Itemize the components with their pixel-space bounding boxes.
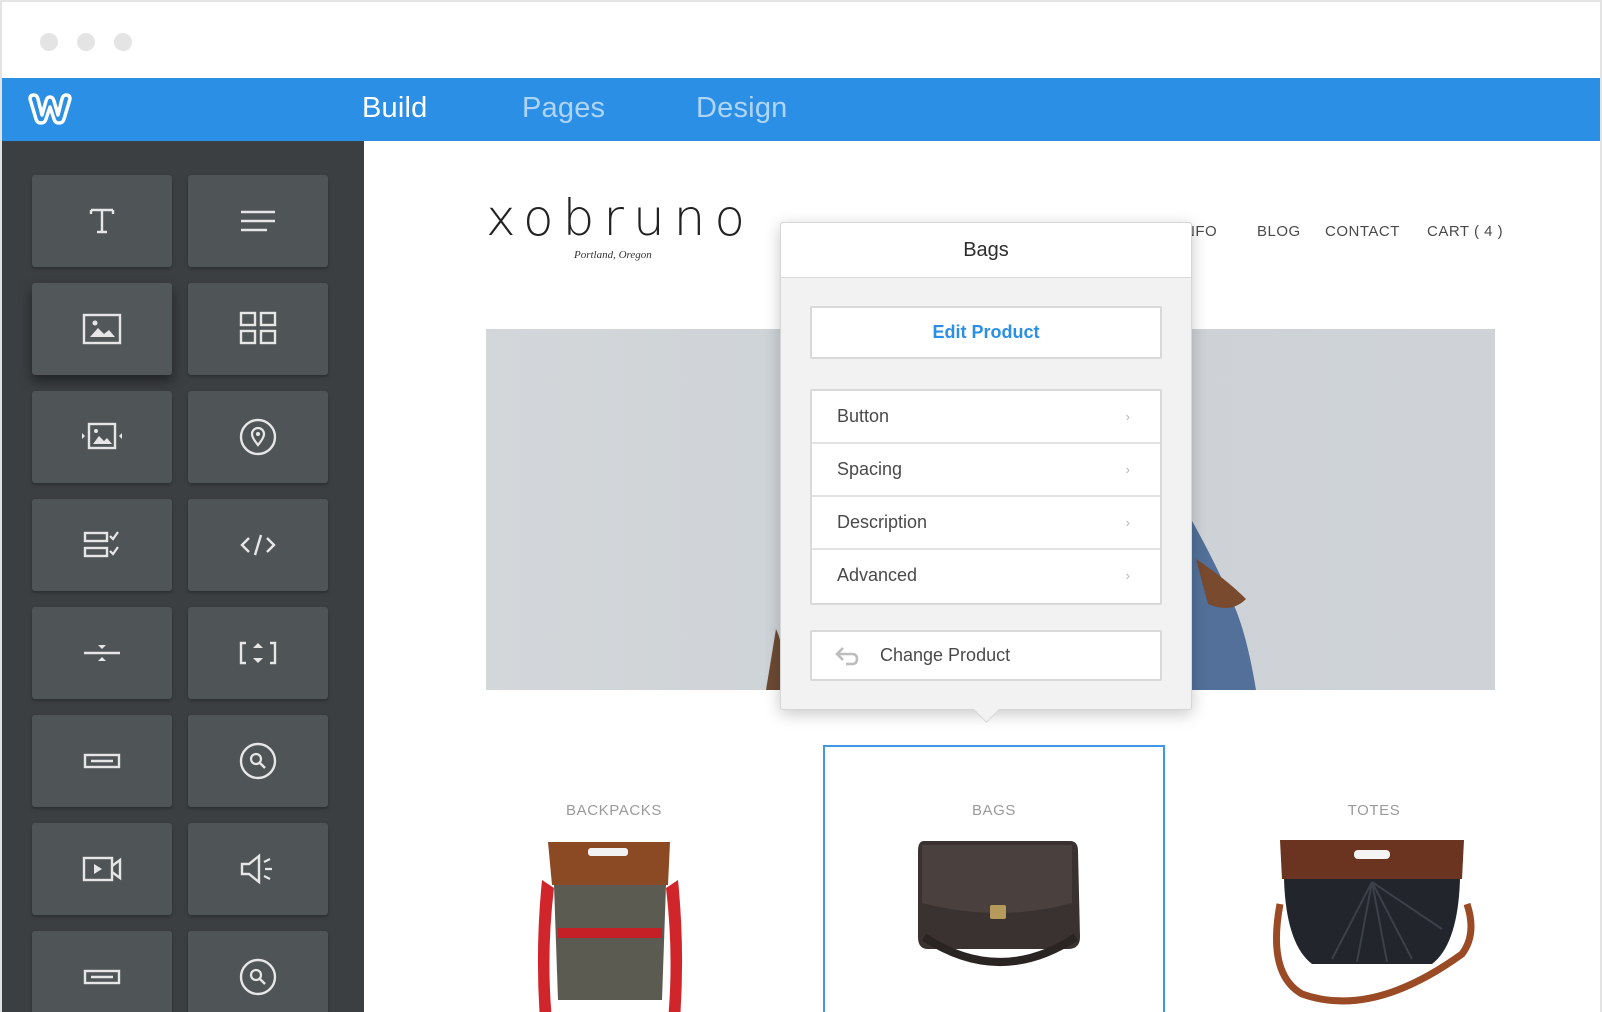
site-nav-blog[interactable]: BLOG [1257, 223, 1301, 240]
edit-product-button[interactable]: Edit Product [810, 306, 1162, 359]
map-element-button[interactable] [188, 391, 328, 483]
window-zoom-dot[interactable] [114, 33, 132, 51]
spacer-element-button[interactable] [188, 607, 328, 699]
settings-menu: Button › Spacing › Description › Advance… [810, 389, 1162, 605]
search-element-button[interactable] [188, 715, 328, 807]
title-element-button[interactable] [32, 175, 172, 267]
chevron-right-icon: › [1125, 568, 1130, 583]
window-titlebar [2, 2, 1600, 78]
audio-icon [240, 853, 272, 885]
slideshow-element-button[interactable] [32, 391, 172, 483]
chevron-right-icon: › [1125, 462, 1130, 477]
bag-product-image[interactable] [910, 837, 1090, 987]
popover-title: Bags [781, 223, 1191, 278]
window-minimize-dot[interactable] [77, 33, 95, 51]
site-tagline: Portland, Oregon [574, 249, 652, 261]
audio-element-button[interactable] [188, 823, 328, 915]
window-close-dot[interactable] [40, 33, 58, 51]
site-nav-cart[interactable]: CART ( 4 ) [1427, 223, 1503, 240]
button-element-button-2[interactable] [32, 931, 172, 1012]
change-product-label: Change Product [880, 645, 1011, 665]
spacer-icon [239, 641, 277, 665]
form-element-button[interactable] [32, 499, 172, 591]
image-element-button[interactable] [32, 283, 172, 375]
video-icon [82, 856, 122, 882]
site-nav-contact[interactable]: CONTACT [1325, 223, 1400, 240]
elements-sidebar [2, 141, 364, 1012]
title-icon [89, 208, 115, 234]
category-backpacks[interactable]: BACKPACKS [464, 802, 764, 819]
button-element-button[interactable] [32, 715, 172, 807]
divider-element-button[interactable] [32, 607, 172, 699]
code-element-button[interactable] [188, 499, 328, 591]
change-product-button[interactable]: Change Product [810, 630, 1162, 681]
backpack-product-image[interactable] [530, 840, 690, 1012]
gallery-icon [239, 311, 277, 345]
button-icon [83, 969, 121, 985]
menu-item-label: Button [837, 406, 890, 426]
text-element-button[interactable] [188, 175, 328, 267]
contact-form-icon [83, 531, 119, 558]
swap-arrow-icon [835, 647, 859, 666]
button-icon [83, 753, 121, 769]
chevron-right-icon: › [1125, 515, 1130, 530]
search-element-button-2[interactable] [188, 931, 328, 1012]
tote-product-image[interactable] [1262, 834, 1482, 1012]
search-icon [239, 958, 277, 996]
browser-window: Build Pages Design xobruno Portland, Ore… [0, 0, 1602, 1012]
tab-design[interactable]: Design [696, 92, 787, 125]
video-element-button[interactable] [32, 823, 172, 915]
weebly-w-icon[interactable] [26, 91, 74, 127]
search-icon [239, 742, 277, 780]
embed-code-icon [240, 534, 276, 556]
chevron-right-icon: › [1125, 409, 1130, 424]
menu-item-label: Advanced [837, 565, 918, 585]
divider-icon [84, 645, 120, 661]
slideshow-icon [82, 422, 122, 450]
menu-item-label: Description [837, 512, 928, 532]
menu-item-description[interactable]: Description › [812, 497, 1160, 550]
menu-item-spacing[interactable]: Spacing › [812, 444, 1160, 497]
tab-build[interactable]: Build [362, 92, 428, 125]
map-icon [239, 418, 277, 456]
paragraph-icon [241, 210, 275, 232]
site-logo[interactable]: xobruno [486, 189, 754, 247]
category-totes[interactable]: TOTES [1224, 802, 1524, 819]
menu-item-label: Spacing [837, 459, 903, 479]
app-header: Build Pages Design [2, 78, 1600, 141]
element-settings-popover: Bags Edit Product Button › Spacing › Des… [780, 222, 1192, 723]
menu-item-button[interactable]: Button › [812, 391, 1160, 444]
gallery-element-button[interactable] [188, 283, 328, 375]
image-icon [82, 313, 122, 345]
tab-pages[interactable]: Pages [522, 92, 605, 125]
menu-item-advanced[interactable]: Advanced › [812, 550, 1160, 603]
